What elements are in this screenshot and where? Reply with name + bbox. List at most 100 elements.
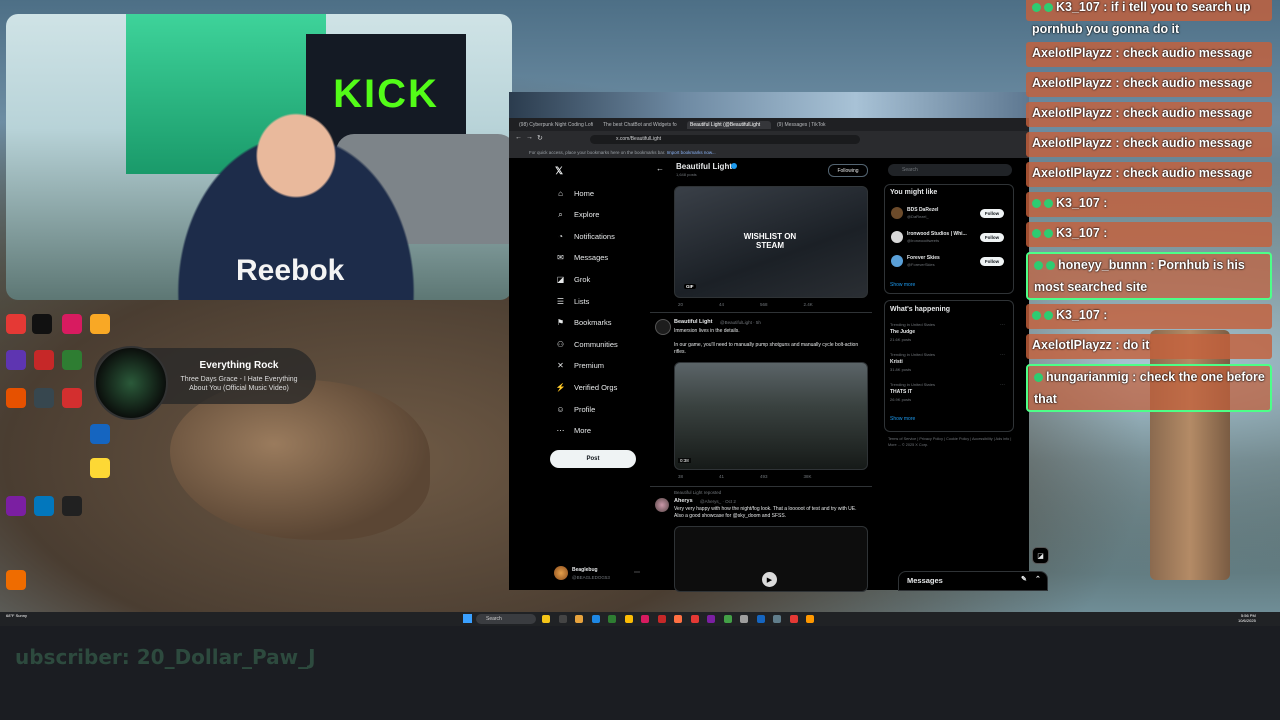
trend-name[interactable]: The Judge xyxy=(890,329,915,335)
nav-item-messages[interactable]: ✉ Messages xyxy=(556,252,608,264)
suggestion-name[interactable]: BDS DaRezel xyxy=(907,207,938,213)
reply-count[interactable]: 20 xyxy=(678,302,683,307)
taskbar-app-icon[interactable] xyxy=(674,615,682,623)
footer-links[interactable]: Terms of Service | Privacy Policy | Cook… xyxy=(888,436,1012,448)
chevron-up-icon[interactable]: ⌃ xyxy=(1035,575,1041,583)
taskbar-app-icon[interactable] xyxy=(657,615,666,623)
post-button[interactable]: Post xyxy=(550,450,636,468)
follow-button[interactable]: Follow xyxy=(980,209,1004,218)
view-count[interactable]: 2.4K xyxy=(804,302,813,307)
messages-drawer[interactable]: Messages ✎ ⌃ xyxy=(898,571,1048,591)
grok-icon[interactable]: ◪ xyxy=(1032,547,1049,564)
browser-tab[interactable]: (9) Messages | TikTok xyxy=(777,122,855,128)
taskbar-weather[interactable]: 68°F Sunny xyxy=(6,613,27,618)
tweet-author-avatar[interactable] xyxy=(655,319,671,335)
nav-item-lists[interactable]: ☰ Lists xyxy=(556,295,590,307)
suggestion-name[interactable]: Forever Skies xyxy=(907,255,940,261)
desktop-app-icon[interactable] xyxy=(90,424,110,444)
suggestion-avatar[interactable] xyxy=(891,231,903,243)
trend-more-icon[interactable]: ⋯ xyxy=(1000,352,1005,358)
taskbar-app-icon[interactable] xyxy=(806,615,814,623)
tweet-author-name[interactable]: Aherys xyxy=(674,498,693,504)
desktop-app-icon[interactable] xyxy=(62,496,82,516)
desktop-app-icon[interactable] xyxy=(90,314,110,334)
tweet-media-video[interactable] xyxy=(674,362,868,470)
following-button[interactable]: Following xyxy=(828,164,868,177)
taskbar-app-icon[interactable] xyxy=(542,615,550,623)
taskbar-app-icon[interactable] xyxy=(641,615,649,623)
like-count[interactable]: 568 xyxy=(760,302,768,307)
taskbar-app-icon[interactable] xyxy=(756,615,765,623)
taskbar-app-icon[interactable] xyxy=(558,615,567,623)
show-more-link[interactable]: Show more xyxy=(890,416,915,422)
trend-name[interactable]: THATS IT xyxy=(890,389,912,395)
nav-item-more[interactable]: ⋯ More xyxy=(556,425,592,437)
reload-icon[interactable]: ↻ xyxy=(537,134,543,142)
address-bar[interactable]: x.com/BeautifulLight xyxy=(590,135,860,144)
nav-item-verified-orgs[interactable]: ⚡ Verified Orgs xyxy=(556,381,618,393)
x-logo-icon[interactable]: 𝕏 xyxy=(555,166,563,177)
taskbar-app-icon[interactable] xyxy=(690,615,699,623)
desktop-app-icon[interactable] xyxy=(34,388,54,408)
show-more-link[interactable]: Show more xyxy=(890,282,915,288)
taskbar-app-icon[interactable] xyxy=(575,615,583,623)
taskbar-clock[interactable]: 5:56 PM 10/6/2025 xyxy=(1238,613,1256,623)
compose-message-icon[interactable]: ✎ xyxy=(1021,575,1027,583)
browser-tab[interactable]: Beautiful Light (@BeautifulLight xyxy=(687,120,771,129)
back-arrow-icon[interactable]: ← xyxy=(656,164,664,173)
suggestion-name[interactable]: Ironwood Studios | Whi... xyxy=(907,231,967,237)
desktop-app-icon[interactable] xyxy=(62,314,82,334)
desktop-app-icon[interactable] xyxy=(6,496,26,516)
tweet-author-name[interactable]: Beautiful Light xyxy=(674,319,713,325)
taskbar-app-icon[interactable] xyxy=(624,615,633,623)
view-count[interactable]: 38K xyxy=(804,474,812,479)
desktop-app-icon[interactable] xyxy=(6,388,26,408)
desktop-app-icon[interactable] xyxy=(34,496,54,516)
desktop-app-icon[interactable] xyxy=(62,388,82,408)
taskbar-app-icon[interactable] xyxy=(740,615,748,623)
taskbar-app-icon[interactable] xyxy=(591,615,600,623)
import-bookmarks-link[interactable]: Import bookmarks now... xyxy=(667,150,716,155)
taskbar-app-icon[interactable] xyxy=(707,615,715,623)
browser-tab[interactable]: The best ChatBot and Widgets fo xyxy=(603,122,681,128)
play-icon[interactable]: ▶ xyxy=(762,572,777,587)
suggestion-avatar[interactable] xyxy=(891,207,903,219)
account-avatar[interactable] xyxy=(554,566,568,580)
taskbar-search[interactable]: Search xyxy=(476,614,536,624)
taskbar-app-icon[interactable] xyxy=(789,615,798,623)
trend-more-icon[interactable]: ⋯ xyxy=(1000,322,1005,328)
follow-button[interactable]: Follow xyxy=(980,233,1004,242)
desktop-app-icon[interactable] xyxy=(32,314,52,334)
trend-more-icon[interactable]: ⋯ xyxy=(1000,382,1005,388)
tweet-author-avatar[interactable] xyxy=(655,498,669,512)
reply-count[interactable]: 38 xyxy=(678,474,683,479)
desktop-app-icon[interactable] xyxy=(6,350,26,370)
nav-item-home[interactable]: ⌂ Home xyxy=(556,187,594,199)
forward-icon[interactable]: → xyxy=(526,134,533,141)
trend-name[interactable]: Kristi xyxy=(890,359,903,365)
follow-button[interactable]: Follow xyxy=(980,257,1004,266)
back-icon[interactable]: ← xyxy=(515,134,522,141)
x-search-input[interactable]: Search xyxy=(888,164,1012,176)
taskbar-app-icon[interactable] xyxy=(723,615,732,623)
desktop-app-icon[interactable] xyxy=(34,350,54,370)
like-count[interactable]: 493 xyxy=(760,474,768,479)
repost-count[interactable]: 41 xyxy=(719,474,724,479)
taskbar-app-icon[interactable] xyxy=(608,615,616,623)
nav-item-grok[interactable]: ◪ Grok xyxy=(556,273,591,285)
suggestion-avatar[interactable] xyxy=(891,255,903,267)
nav-item-profile[interactable]: ☺ Profile xyxy=(556,403,595,415)
desktop-app-icon[interactable] xyxy=(62,350,82,370)
repost-count[interactable]: 44 xyxy=(719,302,724,307)
nav-item-communities[interactable]: ⚇ Communities xyxy=(556,338,618,350)
browser-tab[interactable]: (98) Cyberpunk Night Coding Lofi xyxy=(519,122,597,128)
windows-start-icon[interactable] xyxy=(463,614,472,623)
nav-item-explore[interactable]: ⌕ Explore xyxy=(556,209,599,221)
desktop-app-icon[interactable] xyxy=(6,314,26,334)
desktop-app-icon[interactable] xyxy=(6,570,26,590)
nav-item-bookmarks[interactable]: ⚑ Bookmarks xyxy=(556,317,612,329)
account-more-icon[interactable]: ⋯ xyxy=(634,569,640,576)
taskbar-app-icon[interactable] xyxy=(773,615,781,623)
nav-item-premium[interactable]: ✕ Premium xyxy=(556,360,604,372)
nav-item-notifications[interactable]: ◔ Notifications xyxy=(556,230,615,242)
